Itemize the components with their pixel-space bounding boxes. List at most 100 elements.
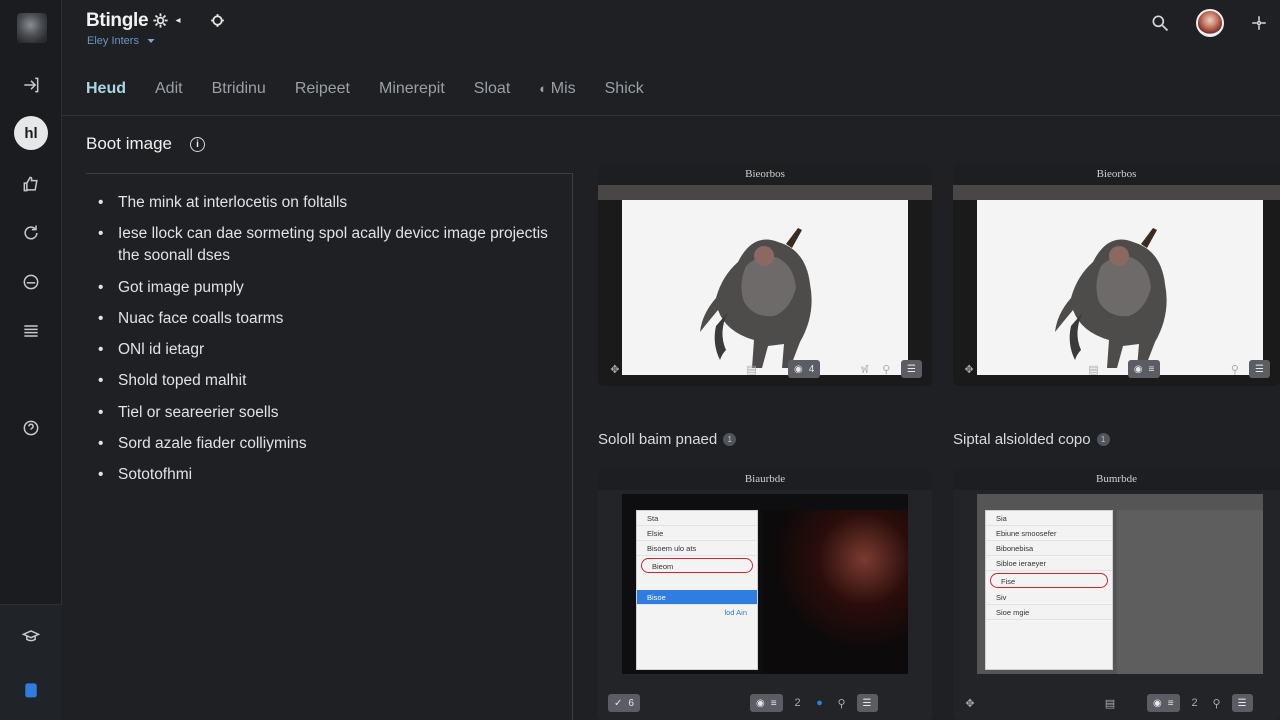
screenshot-card-low-left[interactable]: Biaurbde Sta Elsie Bisoem ulo ats Bieom … [598,469,932,720]
info-icon[interactable]: i [190,136,205,152]
left-rail: hl [0,0,62,720]
artwork-preview-image [1117,510,1263,674]
menu-lines-icon: ≡ [770,697,777,709]
pin-icon[interactable]: ⚲ [835,696,849,710]
version-chip[interactable]: ◉ 4 [788,360,821,378]
layers-icon: ◉ [794,363,803,375]
menu-lines-icon: ≡ [1148,363,1155,375]
workspace-selector[interactable]: Eley Inters [87,35,157,47]
tab-btridinu[interactable]: Btridinu [212,80,266,98]
list-item: ONl id ietagr [98,339,572,361]
list-item: The mink at interlocetis on foltalls [98,192,572,214]
app-window: hl Btingle Eley Inters Heud Adit Btridin… [0,0,1280,720]
tab-mis-label: Mis [550,80,576,97]
tab-mis[interactable]: ◐ Mis [539,80,575,98]
count-label: 2 [1191,697,1198,709]
gear-icon[interactable] [209,12,226,29]
sparkle-icon[interactable] [1250,14,1268,32]
image-canvas [622,200,908,375]
caption-badge: 1 [723,433,737,446]
pin-icon[interactable]: ⚲ [1229,362,1241,376]
move-icon[interactable]: ✥ [963,362,975,376]
version-chip[interactable]: ◉ ≡ [1147,694,1180,712]
rail-home-button[interactable]: hl [14,116,48,150]
login-icon[interactable] [14,68,48,102]
chat-icon[interactable] [14,265,48,299]
blue-action-icon[interactable]: ● [813,696,827,710]
rail-footer [0,604,62,720]
lasso-icon[interactable]: ฬ [858,362,872,376]
caption-badge: 1 [1096,433,1110,446]
menu-chip[interactable]: ☰ [856,694,878,712]
mini-dialog-row: Ebiune smoosefer [986,526,1112,541]
card-preview: ✥ ▤ ◉ ≡ ⚲ ☰ [953,200,1280,386]
app-title: Btingle [86,10,149,31]
refresh-icon[interactable] [14,216,48,250]
mini-dialog-row-selected: Bisoe [637,590,757,605]
tab-minerepit[interactable]: Minerepit [379,80,445,98]
mini-dialog-row: Siv [986,590,1112,605]
mini-dialog: Sta Elsie Bisoem ulo ats Bieom Bisoe lod… [636,510,758,670]
card-caption-top-left: Sololl baim pnaed 1 [598,431,737,448]
card-caption-top-right: Siptal alsiolded copo 1 [953,431,1110,448]
clipboard-icon[interactable] [14,673,48,707]
search-icon[interactable] [1150,13,1170,33]
mini-dialog-row-highlighted: Fise [990,573,1108,588]
caption-text: Sololl baim pnaed [598,431,718,448]
version-chip[interactable]: ◉ ≡ [1127,360,1161,378]
trash-icon[interactable]: ▤ [745,362,759,376]
version-chip[interactable]: ◉ ≡ [749,694,783,712]
menu-lines-icon: ≡ [1167,697,1174,709]
caption-text: Siptal alsiolded copo [953,431,1091,448]
mini-dialog-row: Sibloe ieraeyer [986,556,1112,571]
image-card-top-right[interactable]: Bieorbos ✥ ▤ ◉ ≡ ⚲ ☰ [953,164,1280,386]
move-icon[interactable]: ✥ [963,696,977,710]
caret-left-icon[interactable] [173,12,183,29]
image-card-top-left[interactable]: Bieorbos ✥ ▤ ◉ 4 ฬ ⚲ ☰ [598,164,932,386]
tab-reipeet[interactable]: Reipeet [295,80,350,98]
pin-icon[interactable]: ⚲ [1210,696,1224,710]
layers-icon: ◉ [1133,363,1143,375]
tabs-divider [62,115,1280,116]
screenshot-card-low-right[interactable]: Bumrbde Sia Ebiune smoosefer Bibonebisa … [953,469,1280,720]
section-header: Boot image i [86,134,205,154]
screenshot-preview: Sia Ebiune smoosefer Bibonebisa Sibloe i… [977,494,1263,674]
settings-icon[interactable] [152,12,169,29]
menu-chip[interactable]: ☰ [901,360,923,378]
mini-dialog-row: Bibonebisa [986,541,1112,556]
character-figure-image [700,228,812,368]
card-preview: Sia Ebiune smoosefer Bibonebisa Sibloe i… [953,490,1280,720]
list-icon[interactable] [14,314,48,348]
card-strip [598,185,932,200]
check-chip[interactable]: ✓ 6 [608,694,640,712]
card-header: Bieorbos [598,164,932,185]
move-icon[interactable]: ✥ [608,362,622,376]
list-item: Sord azale fiader colliymins [98,433,572,455]
card-header: Biaurbde [598,469,932,490]
trash-icon[interactable]: ▤ [1087,362,1099,376]
card-header: Bumrbde [953,469,1280,490]
menu-chip[interactable]: ☰ [1231,694,1253,712]
card-header: Bieorbos [953,164,1280,185]
layers-icon: ◉ [755,697,765,709]
avatar[interactable] [1196,9,1224,37]
app-logo[interactable] [17,13,47,43]
list-item: Iese llock can dae sormeting spol acally… [98,223,572,267]
list-item: Got image pumply [98,277,572,299]
pin-icon[interactable]: ⚲ [879,362,893,376]
tab-heud[interactable]: Heud [86,80,126,98]
card-preview: ✥ ▤ ◉ 4 ฬ ⚲ ☰ [598,200,932,386]
rail-home-label: hl [24,124,38,142]
thumbs-up-icon[interactable] [14,167,48,201]
tab-shick[interactable]: Shick [605,80,644,98]
menu-chip[interactable]: ☰ [1249,360,1271,378]
trash-icon[interactable]: ▤ [1103,696,1117,710]
mini-dialog-link: lod Ain [724,608,747,617]
tab-adit[interactable]: Adit [155,80,183,98]
graduation-icon[interactable] [14,619,48,653]
mini-dialog-row-highlighted: Bieom [641,558,753,573]
tab-sloat[interactable]: Sloat [474,80,510,98]
card-toolbar: ✓ 6 ◉ ≡ 2 ● ⚲ ☰ [598,686,932,720]
workspace-name: Eley Inters [87,35,139,47]
help-icon[interactable] [14,411,48,445]
